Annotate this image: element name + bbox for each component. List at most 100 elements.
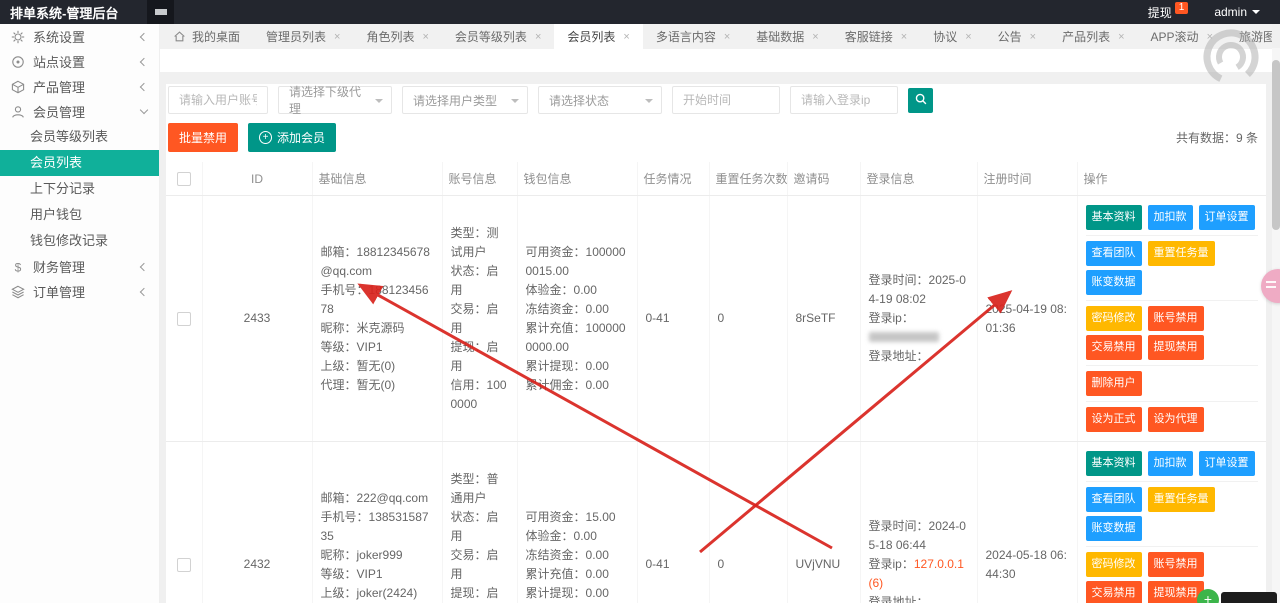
- sidebar-subitem[interactable]: 用户钱包: [0, 202, 159, 228]
- tab-item[interactable]: 多语言内容 ×: [643, 24, 743, 49]
- login-ip-input[interactable]: [790, 86, 898, 114]
- close-icon[interactable]: ×: [1030, 31, 1036, 43]
- field-label: 冻结资金：: [525, 547, 586, 562]
- field-line: 信用：1000000: [451, 376, 509, 414]
- action-button[interactable]: 账号禁用: [1147, 306, 1204, 331]
- sidebar-subitem[interactable]: 会员等级列表: [0, 124, 159, 150]
- close-icon[interactable]: ×: [623, 31, 629, 43]
- action-button[interactable]: 订单设置: [1198, 205, 1255, 230]
- batch-disable-button[interactable]: 批量禁用: [168, 123, 239, 152]
- close-icon[interactable]: ×: [724, 31, 730, 43]
- field-line: 冻结资金：0.00: [526, 300, 629, 319]
- menu-toggle-button[interactable]: [147, 0, 174, 24]
- login-info: 登录时间：2024-05-18 06:44 登录ip：127.0.0.1(6) 登录…: [869, 517, 969, 603]
- status-select[interactable]: 请选择状态: [538, 86, 662, 114]
- close-icon[interactable]: ×: [1118, 31, 1124, 43]
- action-button[interactable]: 查看团队: [1085, 487, 1142, 512]
- field-line: 类型：普通用户: [451, 470, 509, 508]
- search-button[interactable]: [908, 87, 933, 113]
- select-all-cell: [166, 162, 203, 196]
- action-button[interactable]: 交易禁用: [1085, 335, 1142, 360]
- row-checkbox[interactable]: [176, 311, 191, 326]
- tab-active[interactable]: 会员列表 ×: [554, 24, 643, 49]
- action-button[interactable]: 提现禁用: [1147, 581, 1204, 603]
- user-menu[interactable]: admin: [1214, 5, 1260, 19]
- sidebar-item[interactable]: 产品管理: [0, 74, 159, 99]
- close-icon[interactable]: ×: [965, 31, 971, 43]
- action-button[interactable]: 重置任务量: [1147, 241, 1215, 266]
- tab-item[interactable]: 会员等级列表 ×: [442, 24, 554, 49]
- tab-item[interactable]: 管理员列表 ×: [253, 24, 353, 49]
- tab-item[interactable]: 协议 ×: [920, 24, 984, 49]
- tab-item[interactable]: 基础数据 ×: [743, 24, 831, 49]
- close-icon[interactable]: ×: [1207, 31, 1213, 43]
- action-button[interactable]: 账号禁用: [1147, 552, 1204, 577]
- action-button[interactable]: 设为正式: [1085, 407, 1142, 432]
- account-search-input[interactable]: [168, 86, 268, 114]
- sidebar-item[interactable]: 订单管理: [0, 279, 159, 304]
- tab-label: 会员等级列表: [454, 30, 527, 44]
- action-button[interactable]: 交易禁用: [1085, 581, 1142, 603]
- gear-icon: [10, 29, 25, 44]
- basic-info-cell: 邮箱：222@qq.com 手机号：13853158735 昵称：joker999 等…: [312, 441, 443, 603]
- tab-item[interactable]: 角色列表 ×: [353, 24, 441, 49]
- sidebar-item[interactable]: 会员管理: [0, 99, 159, 124]
- action-button[interactable]: 重置任务量: [1147, 487, 1215, 512]
- field-label: 等级：: [320, 339, 357, 354]
- action-button[interactable]: 账变数据: [1085, 516, 1142, 541]
- header-right: 提现 1 admin: [1148, 1, 1280, 21]
- tab-item[interactable]: 旅游图片管理×: [1226, 24, 1272, 49]
- tab-item[interactable]: APP滚动 ×: [1138, 24, 1226, 49]
- user-type-select[interactable]: 请选择用户类型: [402, 86, 528, 114]
- field-label: 累计提现：: [525, 585, 586, 600]
- select-all-checkbox[interactable]: [176, 171, 191, 186]
- field-label: 提现：: [450, 339, 487, 354]
- close-icon[interactable]: ×: [812, 31, 818, 43]
- login-addr-line: 登录地址：: [869, 347, 969, 366]
- action-button[interactable]: 基本资料: [1085, 451, 1142, 476]
- field-line: 交易：启用: [451, 546, 509, 584]
- tab-item[interactable]: 我的桌面: [160, 24, 253, 49]
- tab-item[interactable]: 客服链接 ×: [832, 24, 920, 49]
- top-header: 排单系统-管理后台 提现 1 admin: [0, 0, 1280, 24]
- field-line: 提现：启用: [451, 584, 509, 603]
- tab-label: 基础数据: [756, 30, 805, 44]
- sidebar-item[interactable]: $ 财务管理: [0, 254, 159, 279]
- close-icon[interactable]: ×: [535, 31, 541, 43]
- action-button[interactable]: 密码修改: [1085, 552, 1142, 577]
- add-member-button[interactable]: + 添加会员: [248, 123, 337, 152]
- close-icon[interactable]: ×: [334, 31, 340, 43]
- action-button[interactable]: 提现禁用: [1147, 335, 1204, 360]
- sidebar-item-label: 财务管理: [33, 260, 86, 275]
- sidebar-subitem[interactable]: 钱包修改记录: [0, 228, 159, 254]
- start-time-input[interactable]: [672, 86, 780, 114]
- withdraw-link[interactable]: 提现 1: [1148, 1, 1189, 21]
- action-button[interactable]: 删除用户: [1085, 371, 1142, 396]
- sidebar-subitem[interactable]: 会员列表: [0, 150, 159, 176]
- row-checkbox[interactable]: [176, 557, 191, 572]
- sidebar-item[interactable]: 站点设置: [0, 49, 159, 74]
- action-group: 基本资料 加扣款 订单设置: [1085, 446, 1258, 482]
- field-line: 提现：启用: [451, 338, 509, 376]
- agent-select[interactable]: 请选择下级代理: [278, 85, 392, 116]
- close-icon[interactable]: ×: [422, 31, 428, 43]
- tab-item[interactable]: 产品列表 ×: [1049, 24, 1137, 49]
- account-info: 类型：普通用户状态：启用交易：启用提现：启用信用：1000: [451, 470, 509, 603]
- action-button[interactable]: 加扣款: [1147, 451, 1193, 476]
- action-button[interactable]: 订单设置: [1198, 451, 1255, 476]
- action-button[interactable]: 基本资料: [1085, 205, 1142, 230]
- action-button[interactable]: 设为代理: [1147, 407, 1204, 432]
- sidebar-subitem[interactable]: 上下分记录: [0, 176, 159, 202]
- action-button[interactable]: 查看团队: [1085, 241, 1142, 266]
- id-cell: 2432: [202, 441, 313, 603]
- filter-bar: 请选择下级代理 请选择用户类型 请选择状态: [168, 85, 1266, 116]
- action-button[interactable]: 加扣款: [1147, 205, 1193, 230]
- tab-item[interactable]: 公告 ×: [985, 24, 1049, 49]
- plus-icon: +: [259, 131, 273, 144]
- action-button[interactable]: 账变数据: [1085, 270, 1142, 295]
- sidebar-item[interactable]: 系统设置: [0, 24, 159, 49]
- table-toolbar: 批量禁用 + 添加会员 共有数据：9 条: [168, 123, 1258, 152]
- close-icon[interactable]: ×: [901, 31, 907, 43]
- action-button[interactable]: 密码修改: [1085, 306, 1142, 331]
- scrollbar-thumb[interactable]: [1272, 60, 1280, 230]
